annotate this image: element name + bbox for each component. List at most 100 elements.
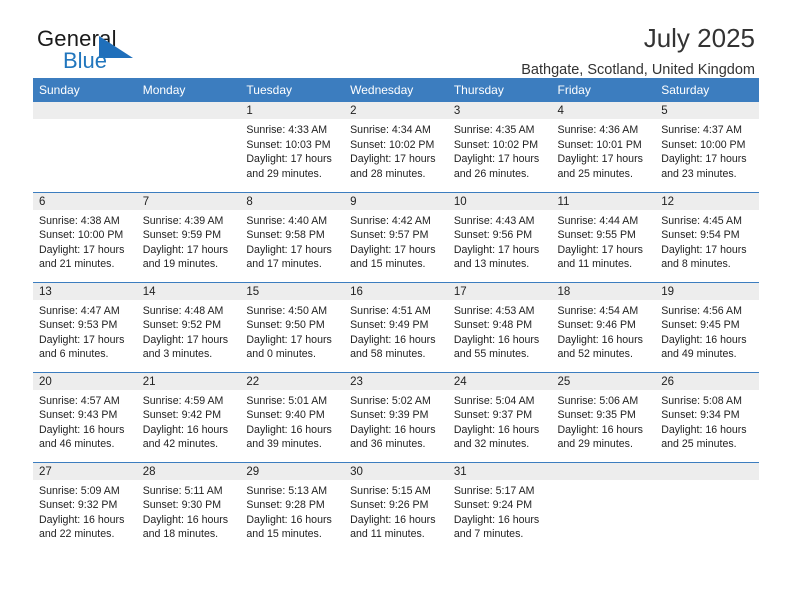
weekday-header-thursday: Thursday xyxy=(447,78,552,102)
sunrise-text: Sunrise: 4:33 AM xyxy=(246,124,328,136)
daylight-text-line1: Daylight: 17 hours xyxy=(557,243,643,256)
day-number xyxy=(33,102,137,119)
daylight-text-line2: and 58 minutes. xyxy=(350,348,426,361)
weekday-header-row: Sunday Monday Tuesday Wednesday Thursday… xyxy=(33,78,759,102)
sunset-text: Sunset: 9:58 PM xyxy=(246,229,325,242)
day-number: 15 xyxy=(240,282,345,300)
day-cell[interactable]: 22 Sunrise: 5:01 AM Sunset: 9:40 PM Dayl… xyxy=(240,371,345,462)
day-cell[interactable]: 10 Sunrise: 4:43 AM Sunset: 9:56 PM Dayl… xyxy=(447,191,552,282)
day-cell[interactable]: 27 Sunrise: 5:09 AM Sunset: 9:32 PM Dayl… xyxy=(33,461,137,552)
daylight-text-line1: Daylight: 17 hours xyxy=(246,333,332,346)
day-cell[interactable]: 24 Sunrise: 5:04 AM Sunset: 9:37 PM Dayl… xyxy=(447,371,552,462)
day-details: Sunrise: 4:44 AM Sunset: 9:55 PM Dayligh… xyxy=(552,210,656,272)
sunrise-text: Sunrise: 5:17 AM xyxy=(453,484,535,497)
sunset-text: Sunset: 9:28 PM xyxy=(246,499,325,512)
day-details: Sunrise: 4:38 AM Sunset: 10:00 PM Daylig… xyxy=(33,210,137,272)
sunrise-text: Sunrise: 4:53 AM xyxy=(453,304,535,317)
sunset-text: Sunset: 9:42 PM xyxy=(142,409,222,422)
daylight-text-line1: Daylight: 16 hours xyxy=(142,513,229,526)
day-cell[interactable]: 1 Sunrise: 4:33 AM Sunset: 10:03 PM Dayl… xyxy=(240,102,345,192)
sunrise-text: Sunrise: 5:06 AM xyxy=(557,394,639,407)
day-cell[interactable]: 15 Sunrise: 4:50 AM Sunset: 9:50 PM Dayl… xyxy=(240,281,345,372)
day-number: 9 xyxy=(344,192,448,210)
day-details: Sunrise: 5:09 AM Sunset: 9:32 PM Dayligh… xyxy=(33,480,137,542)
day-cell[interactable]: 28 Sunrise: 5:11 AM Sunset: 9:30 PM Dayl… xyxy=(136,461,241,552)
day-cell[interactable]: 16 Sunrise: 4:51 AM Sunset: 9:49 PM Dayl… xyxy=(344,281,448,372)
sunrise-text: Sunrise: 4:39 AM xyxy=(142,214,224,227)
day-cell[interactable]: 23 Sunrise: 5:02 AM Sunset: 9:39 PM Dayl… xyxy=(344,371,448,462)
daylight-text-line1: Daylight: 16 hours xyxy=(661,333,747,346)
day-cell[interactable]: 29 Sunrise: 5:13 AM Sunset: 9:28 PM Dayl… xyxy=(240,461,345,552)
day-number: 20 xyxy=(33,372,137,390)
day-cell[interactable]: 25 Sunrise: 5:06 AM Sunset: 9:35 PM Dayl… xyxy=(551,371,656,462)
day-cell[interactable]: 11 Sunrise: 4:44 AM Sunset: 9:55 PM Dayl… xyxy=(551,191,656,282)
day-details: Sunrise: 5:08 AM Sunset: 9:34 PM Dayligh… xyxy=(655,390,759,452)
calendar-week-row: 27 Sunrise: 5:09 AM Sunset: 9:32 PM Dayl… xyxy=(33,461,759,552)
daylight-text-line1: Daylight: 17 hours xyxy=(39,243,125,256)
sunset-text: Sunset: 10:02 PM xyxy=(350,138,435,151)
weekday-header-saturday: Saturday xyxy=(655,78,759,102)
sunrise-text: Sunrise: 5:04 AM xyxy=(453,394,535,407)
day-cell[interactable]: 17 Sunrise: 4:53 AM Sunset: 9:48 PM Dayl… xyxy=(447,281,552,372)
day-number: 26 xyxy=(655,372,759,390)
day-number: 18 xyxy=(551,282,656,300)
day-cell[interactable]: 26 Sunrise: 5:08 AM Sunset: 9:34 PM Dayl… xyxy=(655,371,759,462)
sunrise-text: Sunrise: 4:56 AM xyxy=(661,304,742,317)
sunset-text: Sunset: 10:00 PM xyxy=(39,229,124,242)
sunrise-text: Sunrise: 4:54 AM xyxy=(557,304,639,317)
day-cell[interactable] xyxy=(33,102,137,192)
day-cell[interactable]: 19 Sunrise: 4:56 AM Sunset: 9:45 PM Dayl… xyxy=(655,281,759,372)
sunrise-text: Sunrise: 4:44 AM xyxy=(557,214,639,227)
page-title: July 2025 xyxy=(643,23,755,53)
day-cell[interactable]: 20 Sunrise: 4:57 AM Sunset: 9:43 PM Dayl… xyxy=(33,371,137,462)
sunset-text: Sunset: 9:30 PM xyxy=(142,499,222,512)
sunrise-text: Sunrise: 4:51 AM xyxy=(350,304,431,317)
day-cell[interactable] xyxy=(136,102,241,192)
sunrise-text: Sunrise: 4:57 AM xyxy=(39,394,120,407)
day-details xyxy=(33,119,137,123)
sunset-text: Sunset: 9:46 PM xyxy=(557,319,636,332)
day-cell[interactable]: 4 Sunrise: 4:36 AM Sunset: 10:01 PM Dayl… xyxy=(551,102,656,192)
day-cell[interactable]: 14 Sunrise: 4:48 AM Sunset: 9:52 PM Dayl… xyxy=(136,281,241,372)
day-details: Sunrise: 4:53 AM Sunset: 9:48 PM Dayligh… xyxy=(448,300,552,362)
day-number xyxy=(655,462,759,480)
sunset-text: Sunset: 9:54 PM xyxy=(661,229,740,242)
day-cell[interactable]: 7 Sunrise: 4:39 AM Sunset: 9:59 PM Dayli… xyxy=(136,191,241,282)
day-cell[interactable]: 5 Sunrise: 4:37 AM Sunset: 10:00 PM Dayl… xyxy=(655,102,759,192)
day-cell[interactable]: 8 Sunrise: 4:40 AM Sunset: 9:58 PM Dayli… xyxy=(240,191,345,282)
daylight-text-line1: Daylight: 16 hours xyxy=(142,423,229,436)
day-number xyxy=(551,462,656,480)
day-cell[interactable]: 2 Sunrise: 4:34 AM Sunset: 10:02 PM Dayl… xyxy=(344,102,448,192)
general-blue-logo[interactable]: General Blue xyxy=(37,26,237,76)
daylight-text-line1: Daylight: 17 hours xyxy=(661,243,747,256)
sunset-text: Sunset: 9:52 PM xyxy=(142,319,222,332)
day-details: Sunrise: 4:34 AM Sunset: 10:02 PM Daylig… xyxy=(344,119,448,181)
day-cell[interactable] xyxy=(655,461,759,552)
sunrise-text: Sunrise: 4:36 AM xyxy=(557,124,639,136)
day-cell[interactable] xyxy=(551,461,656,552)
day-number: 25 xyxy=(551,372,656,390)
day-number: 27 xyxy=(33,462,137,480)
day-details: Sunrise: 4:39 AM Sunset: 9:59 PM Dayligh… xyxy=(137,210,241,272)
sunset-text: Sunset: 9:55 PM xyxy=(557,229,636,242)
day-cell[interactable]: 6 Sunrise: 4:38 AM Sunset: 10:00 PM Dayl… xyxy=(33,191,137,282)
sunset-text: Sunset: 9:35 PM xyxy=(557,409,636,422)
sunset-text: Sunset: 9:40 PM xyxy=(246,409,325,422)
sunrise-text: Sunrise: 4:35 AM xyxy=(453,124,535,136)
day-cell[interactable]: 21 Sunrise: 4:59 AM Sunset: 9:42 PM Dayl… xyxy=(136,371,241,462)
sunset-text: Sunset: 9:34 PM xyxy=(661,409,740,422)
day-cell[interactable]: 9 Sunrise: 4:42 AM Sunset: 9:57 PM Dayli… xyxy=(344,191,448,282)
day-number: 29 xyxy=(240,462,345,480)
day-details: Sunrise: 4:59 AM Sunset: 9:42 PM Dayligh… xyxy=(137,390,241,452)
day-cell[interactable]: 3 Sunrise: 4:35 AM Sunset: 10:02 PM Dayl… xyxy=(447,102,552,192)
calendar-week-row: 13 Sunrise: 4:47 AM Sunset: 9:53 PM Dayl… xyxy=(33,281,759,372)
day-cell[interactable]: 12 Sunrise: 4:45 AM Sunset: 9:54 PM Dayl… xyxy=(655,191,759,282)
calendar-week-row: 20 Sunrise: 4:57 AM Sunset: 9:43 PM Dayl… xyxy=(33,371,759,462)
day-cell[interactable]: 31 Sunrise: 5:17 AM Sunset: 9:24 PM Dayl… xyxy=(447,461,552,552)
daylight-text-line1: Daylight: 17 hours xyxy=(246,153,332,166)
day-number: 5 xyxy=(655,102,759,119)
day-cell[interactable]: 13 Sunrise: 4:47 AM Sunset: 9:53 PM Dayl… xyxy=(33,281,137,372)
day-cell[interactable]: 18 Sunrise: 4:54 AM Sunset: 9:46 PM Dayl… xyxy=(551,281,656,372)
day-cell[interactable]: 30 Sunrise: 5:15 AM Sunset: 9:26 PM Dayl… xyxy=(344,461,448,552)
daylight-text-line2: and 15 minutes. xyxy=(246,528,322,541)
